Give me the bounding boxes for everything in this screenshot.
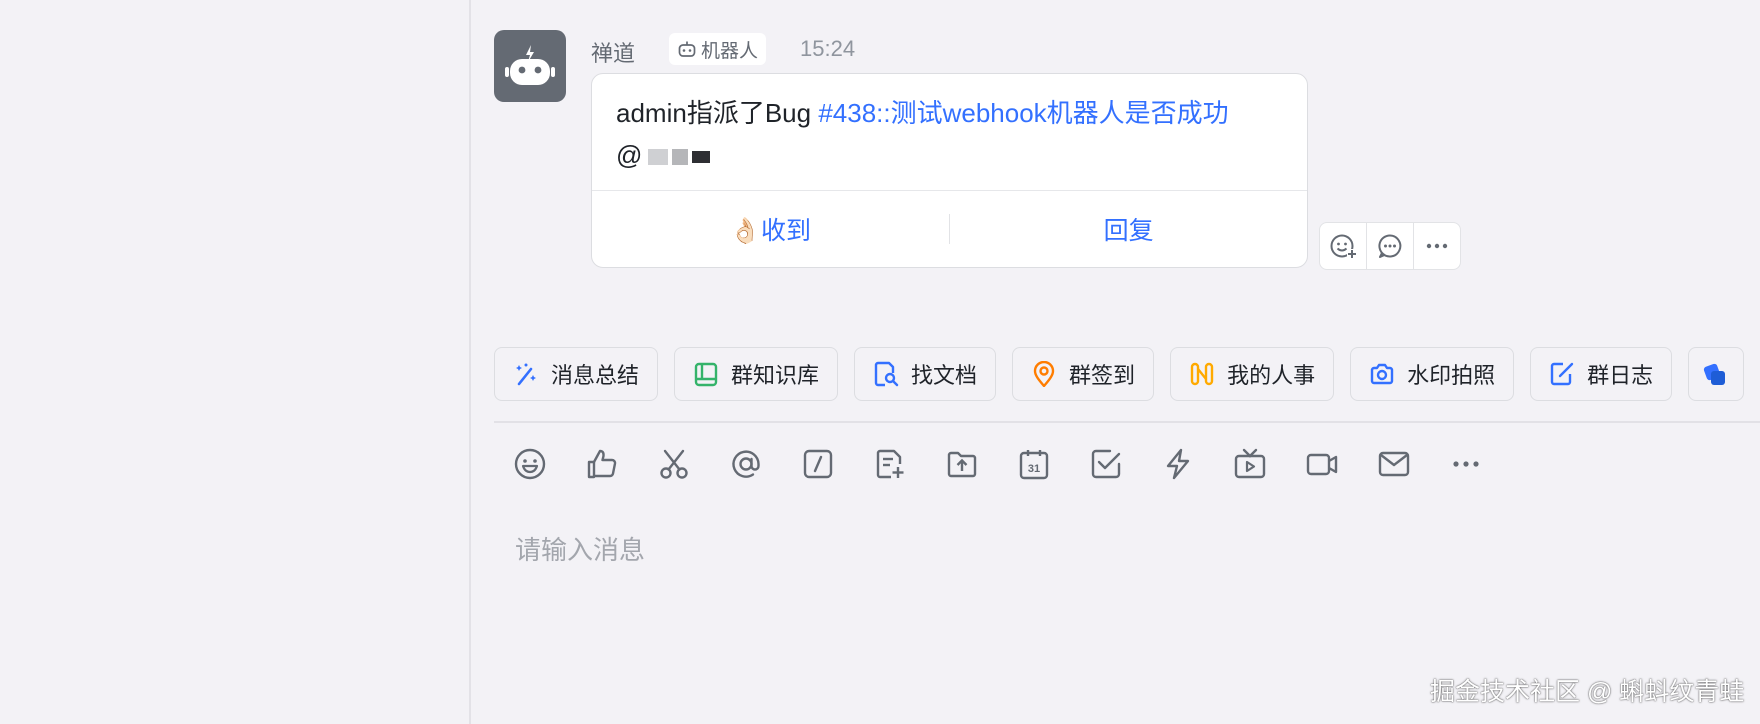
quick-app-label: 水印拍照 [1407, 363, 1496, 388]
app-icon [1703, 363, 1726, 385]
redacted-mention [642, 145, 714, 169]
reply-button[interactable]: 回复 [950, 211, 1307, 247]
video-call-icon[interactable] [1304, 446, 1340, 482]
hr-icon [1190, 362, 1214, 386]
emoji-icon[interactable] [512, 446, 548, 482]
quick-app-group-log[interactable]: 群日志 [1530, 347, 1673, 401]
new-doc-icon[interactable] [872, 446, 908, 482]
watermark: 掘金技术社区 @ 蝌蚪纹青蛙 [1430, 678, 1745, 706]
message-card: admin指派了Bug #438::测试webhook机器人是否成功 @ 👌🏻收… [591, 73, 1308, 268]
quick-app-label: 群签到 [1069, 363, 1136, 388]
quick-app-more[interactable] [1688, 347, 1745, 401]
location-pin-icon [1033, 361, 1055, 387]
quick-app-watermark-camera[interactable]: 水印拍照 [1350, 347, 1515, 401]
calendar-icon[interactable]: 31 [1016, 446, 1052, 482]
mail-icon[interactable] [1376, 446, 1412, 482]
quick-app-hr[interactable]: 我的人事 [1170, 347, 1335, 401]
conversation-list-pane [0, 0, 471, 724]
quick-app-label: 群日志 [1587, 363, 1654, 388]
composer-divider [494, 421, 1760, 423]
quick-app-find-docs[interactable]: 找文档 [854, 347, 997, 401]
robot-icon [678, 41, 696, 57]
acknowledge-label: 收到 [760, 217, 811, 245]
mention-at-icon[interactable] [728, 446, 764, 482]
magic-wand-icon [516, 363, 536, 386]
thumbs-up-icon[interactable] [584, 446, 620, 482]
ok-hand-icon: 👌🏻 [729, 217, 761, 245]
quick-app-label: 群知识库 [731, 363, 820, 388]
bot-badge-label: 机器人 [701, 40, 759, 62]
camera-icon [1370, 363, 1394, 385]
slash-command-icon[interactable] [800, 446, 836, 482]
screenshot-scissors-icon[interactable] [656, 446, 692, 482]
quick-app-check-in[interactable]: 群签到 [1012, 347, 1155, 401]
task-check-icon[interactable] [1088, 446, 1124, 482]
quick-apps-row: 消息总结 群知识库 找文档 群签到 我的人事 水印拍照 群日志 [494, 347, 1745, 401]
bot-avatar[interactable] [494, 30, 566, 102]
composer-toolbar: 31 [512, 446, 1484, 482]
quick-app-summary[interactable]: 消息总结 [494, 347, 659, 401]
log-icon [1550, 362, 1574, 386]
card-actions: 👌🏻收到 回复 [592, 190, 1307, 267]
quick-action-lightning-icon[interactable] [1160, 446, 1196, 482]
acknowledge-button[interactable]: 👌🏻收到 [592, 211, 949, 247]
quick-app-label: 找文档 [911, 363, 978, 388]
calendar-day: 31 [1028, 463, 1040, 475]
more-icon[interactable] [1414, 223, 1460, 269]
bug-link[interactable]: #438::测试webhook机器人是否成功 [818, 98, 1228, 128]
message-input[interactable]: 请输入消息 [515, 530, 645, 567]
quick-app-knowledge-base[interactable]: 群知识库 [674, 347, 839, 401]
message-hover-toolbar [1319, 222, 1461, 270]
mention-symbol: @ [616, 140, 643, 170]
book-icon [694, 362, 718, 387]
bot-badge: 机器人 [669, 33, 767, 65]
add-reaction-icon[interactable] [1320, 223, 1367, 269]
upload-file-icon[interactable] [944, 446, 980, 482]
robot-icon [505, 45, 555, 85]
message-text: admin指派了Bug #438::测试webhook机器人是否成功 @ [616, 92, 1296, 176]
quick-app-label: 消息总结 [551, 363, 640, 388]
live-tv-icon[interactable] [1232, 446, 1268, 482]
message-text-prefix: admin指派了Bug [616, 98, 819, 128]
more-icon[interactable] [1448, 446, 1484, 482]
doc-search-icon [874, 361, 899, 387]
quick-app-label: 我的人事 [1227, 363, 1316, 388]
sender-name[interactable]: 禅道 [591, 36, 635, 68]
comment-icon[interactable] [1367, 223, 1414, 269]
message-time: 15:24 [800, 36, 856, 61]
